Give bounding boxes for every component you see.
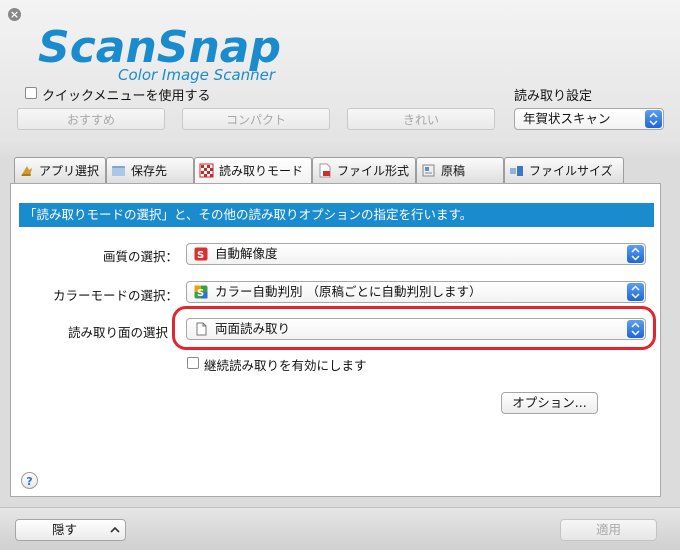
- continuous-scan-checkbox[interactable]: [187, 357, 199, 369]
- color-mode-value: カラー自動判別 （原稿ごとに自動判別します）: [215, 284, 482, 299]
- apply-button[interactable]: 適用: [560, 519, 657, 541]
- preset-button-compact[interactable]: コンパクト: [182, 108, 330, 130]
- logo-subtext: Color Image Scanner: [118, 66, 276, 84]
- chevron-up-icon: [110, 526, 120, 533]
- updown-arrow-icon: [645, 110, 662, 128]
- quality-icon: S: [194, 247, 208, 261]
- scansnap-logo: ScanSnap Color Image Scanner: [38, 22, 281, 84]
- svg-text:S: S: [197, 250, 204, 261]
- updown-arrow-icon: [627, 245, 644, 263]
- quality-select[interactable]: S 自動解像度: [186, 243, 646, 265]
- tab-label: ファイルサイズ: [529, 164, 613, 178]
- quality-value: 自動解像度: [215, 246, 278, 261]
- tab-app-select[interactable]: アプリ選択: [14, 157, 106, 183]
- tab-label: 読み取りモード: [219, 164, 304, 178]
- tab-file-format[interactable]: ファイル形式: [312, 157, 416, 183]
- close-icon[interactable]: ×: [8, 8, 21, 21]
- tab-label: アプリ選択: [39, 164, 100, 178]
- tab-label: 原稿: [441, 164, 466, 178]
- tab-label: ファイル形式: [337, 164, 410, 178]
- help-icon[interactable]: ?: [21, 472, 38, 489]
- profile-label: 読み取り設定: [514, 89, 593, 104]
- scan-mode-icon: [199, 163, 214, 178]
- svg-text:S: S: [197, 288, 204, 299]
- profile-select[interactable]: 年賀状スキャン: [514, 108, 664, 130]
- folder-icon: [112, 166, 125, 176]
- profile-selected: 年賀状スキャン: [523, 111, 611, 126]
- preset-button-beautiful[interactable]: きれい: [347, 108, 495, 130]
- tab-file-size[interactable]: ファイルサイズ: [504, 157, 624, 183]
- preset-button-recommended[interactable]: おすすめ: [17, 108, 165, 130]
- hide-button[interactable]: 隠す: [15, 519, 126, 541]
- color-mode-select[interactable]: S カラー自動判別 （原稿ごとに自動判別します）: [186, 281, 646, 303]
- hide-button-label: 隠す: [52, 522, 78, 537]
- highlight-ring: [172, 306, 656, 350]
- color-mode-label: カラーモードの選択：: [52, 288, 178, 303]
- app-icon: [21, 166, 32, 176]
- options-button[interactable]: オプション...: [501, 392, 598, 414]
- tab-save-location[interactable]: 保存先: [106, 157, 194, 183]
- scan-side-label: 読み取り面の選択: [67, 325, 168, 340]
- tab-document[interactable]: 原稿: [416, 157, 504, 183]
- tab-scan-mode[interactable]: 読み取りモード: [194, 157, 312, 185]
- color-mode-icon: S: [194, 285, 208, 299]
- quick-menu-label: クイックメニューを使用する: [42, 89, 211, 104]
- file-size-icon: [510, 166, 523, 176]
- continuous-scan-label: 継続読み取りを有効にします: [204, 358, 367, 373]
- quality-label: 画質の選択：: [102, 249, 178, 264]
- panel-banner: 「読み取りモードの選択」と、その他の読み取りオプションの指定を行います。: [19, 203, 654, 227]
- scansnap-settings-window: × ScanSnap Color Image Scanner クイックメニューを…: [0, 0, 680, 550]
- quick-menu-checkbox[interactable]: [25, 87, 37, 99]
- tab-label: 保存先: [131, 164, 168, 178]
- footer-bar: 隠す 適用: [0, 507, 680, 550]
- pdf-file-icon: [319, 163, 331, 178]
- updown-arrow-icon: [627, 283, 644, 301]
- document-icon: [422, 164, 435, 177]
